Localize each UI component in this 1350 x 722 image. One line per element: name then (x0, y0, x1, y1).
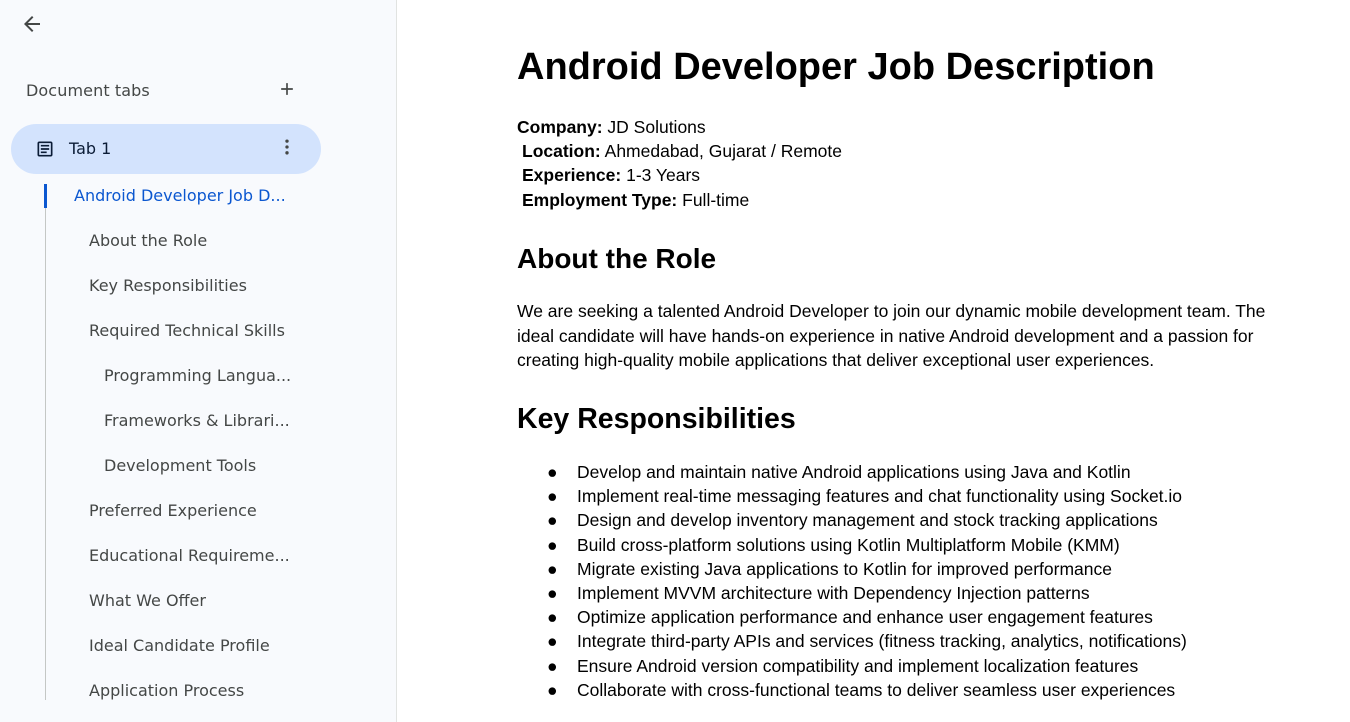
document-tabs-title: Document tabs (26, 81, 150, 100)
add-tab-button[interactable] (274, 78, 300, 104)
plus-icon (277, 79, 297, 104)
outline-item-frameworks-libraries[interactable]: Frameworks & Librari... (104, 409, 290, 433)
meta-employment-type-value: Full-time (677, 190, 750, 210)
outline-item-preferred-experience[interactable]: Preferred Experience (89, 499, 257, 523)
meta-employment-type: Employment Type: Full-time (522, 190, 749, 211)
list-item-text: Collaborate with cross-functional teams … (577, 679, 1176, 700)
list-item: ● Develop and maintain native Android app… (517, 460, 1187, 484)
list-item: ● Implement real-time messaging features … (517, 484, 1187, 508)
outline-item-development-tools[interactable]: Development Tools (104, 454, 256, 478)
list-item-text: Implement MVVM architecture with Depende… (577, 582, 1090, 603)
outline-item-key-responsibilities[interactable]: Key Responsibilities (89, 274, 247, 298)
list-item-text: Optimize application performance and enh… (577, 607, 1153, 628)
meta-company: Company: JD Solutions (517, 117, 706, 138)
heading-about-the-role: About the Role (517, 243, 717, 274)
meta-location-value: Ahmedabad, Gujarat / Remote (600, 141, 842, 161)
about-paragraph: We are seeking a talented Android Develo… (517, 301, 1266, 370)
outline-item-programming-languages[interactable]: Programming Langua... (104, 364, 291, 388)
bullet-icon: ● (547, 486, 558, 507)
outline-active-indicator (44, 184, 47, 208)
arrow-left-icon (20, 12, 44, 41)
list-item-text: Design and develop inventory management … (577, 510, 1158, 531)
meta-company-key: Company: (517, 117, 603, 137)
bullet-icon: ● (547, 462, 558, 482)
list-item-text: Migrate existing Java applications to Ko… (577, 558, 1112, 579)
list-item-text: Integrate third-party APIs and services … (577, 631, 1187, 652)
list-item: ● Design and develop inventory management… (517, 508, 1187, 532)
back-button[interactable] (12, 8, 52, 44)
bullet-icon: ● (547, 510, 558, 531)
bullet-icon: ● (547, 655, 558, 676)
outline-item-application-process[interactable]: Application Process (89, 679, 244, 703)
document-title: Android Developer Job Description (517, 46, 1155, 88)
list-item: ● Implement MVVM architecture with Depend… (517, 581, 1187, 605)
outline-item-ideal-candidate-profile[interactable]: Ideal Candidate Profile (89, 634, 270, 658)
tab-1[interactable]: Tab 1 (11, 124, 321, 174)
list-item: ● Collaborate with cross-functional teams… (517, 678, 1187, 702)
more-vertical-icon (277, 137, 297, 162)
responsibilities-list: ● Develop and maintain native Android app… (517, 460, 1187, 702)
bullet-icon: ● (547, 679, 558, 700)
outline-item-what-we-offer[interactable]: What We Offer (89, 589, 206, 613)
bullet-icon: ● (547, 534, 558, 555)
meta-experience-value: 1-3 Years (621, 165, 701, 185)
list-item-text: Build cross-platform solutions using Kot… (577, 534, 1120, 555)
list-item-text: Develop and maintain native Android appl… (577, 462, 1131, 482)
list-item-text: Ensure Android version compatibility and… (577, 655, 1139, 676)
meta-company-value: JD Solutions (602, 117, 706, 137)
heading-key-responsibilities: Key Responsibilities (517, 403, 796, 435)
meta-employment-type-key: Employment Type: (522, 190, 678, 210)
outline-guide-line (45, 184, 46, 700)
list-item: ● Ensure Android version compatibility an… (517, 654, 1187, 678)
list-item-text: Implement real-time messaging features a… (577, 486, 1183, 507)
list-item: ● Migrate existing Java applications to K… (517, 557, 1187, 581)
outline-item-required-technical-skills[interactable]: Required Technical Skills (89, 319, 285, 343)
bullet-icon: ● (547, 631, 558, 652)
tab-1-label: Tab 1 (69, 139, 112, 158)
outline-item-about-the-role[interactable]: About the Role (89, 229, 207, 253)
outline-item-educational-requirements[interactable]: Educational Requireme... (89, 544, 290, 568)
list-item: ● Integrate third-party APIs and services… (517, 629, 1187, 653)
bullet-icon: ● (547, 582, 558, 603)
meta-location-key: Location: (522, 141, 601, 161)
document-outline-sidebar: Document tabs Tab 1 Android Developer Jo… (0, 0, 397, 722)
bullet-icon: ● (547, 607, 558, 628)
meta-location: Location: Ahmedabad, Gujarat / Remote (522, 141, 842, 162)
meta-experience-key: Experience: (522, 165, 622, 185)
document-tabs-header: Document tabs (26, 78, 306, 104)
bullet-icon: ● (547, 558, 558, 579)
list-item: ● Optimize application performance and en… (517, 605, 1187, 629)
tab-options-button[interactable] (275, 135, 299, 163)
list-item: ● Build cross-platform solutions using Ko… (517, 533, 1187, 557)
meta-experience: Experience: 1-3 Years (522, 165, 700, 186)
outline-item-title[interactable]: Android Developer Job D... (74, 184, 286, 208)
document-icon (35, 139, 55, 159)
